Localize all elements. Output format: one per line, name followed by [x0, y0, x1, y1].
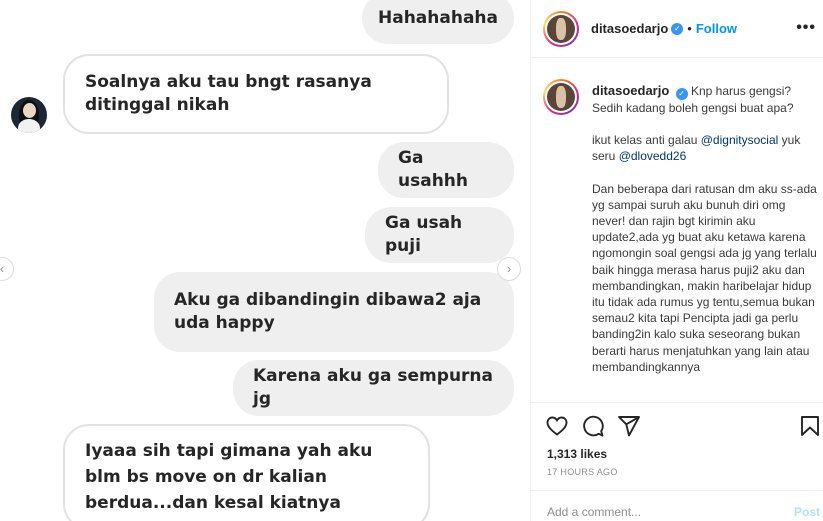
- chevron-left-icon: ‹: [0, 261, 5, 276]
- follow-button[interactable]: Follow: [696, 21, 737, 36]
- chat-message-text: Karena aku ga sempurna jg: [253, 366, 494, 409]
- post-media[interactable]: Hahahahaha Soalnya aku tau bngt rasanya …: [0, 0, 530, 521]
- caption-author-avatar[interactable]: [543, 79, 579, 115]
- verified-badge-icon: ✓: [671, 22, 684, 35]
- post-header: ditasoedarjo ✓ • Follow •••: [531, 0, 823, 58]
- chat-message-text: Iyaaa sih tapi gimana yah aku blm bs mov…: [85, 441, 373, 513]
- chat-bubble-outgoing: Ga usah puji: [365, 207, 514, 263]
- chat-contact-avatar: [11, 97, 47, 133]
- author-avatar[interactable]: [543, 11, 579, 47]
- mention-link[interactable]: @dignitysocial: [701, 133, 779, 147]
- post-actions: [531, 404, 823, 444]
- chat-message-text: Soalnya aku tau bngt rasanya ditinggal n…: [85, 72, 372, 115]
- chat-message-text: Aku ga dibandingin dibawa2 aja uda happy: [174, 290, 482, 333]
- bookmark-icon[interactable]: [798, 414, 822, 438]
- caption-text: ditasoedarjo ✓ Knp harus gengsi? Sedih k…: [592, 83, 820, 375]
- heart-icon[interactable]: [545, 414, 569, 438]
- chat-bubble-incoming: Soalnya aku tau bngt rasanya ditinggal n…: [63, 54, 449, 134]
- post-timestamp[interactable]: 17 HOURS AGO: [547, 467, 618, 477]
- chevron-right-icon: ›: [506, 261, 512, 276]
- previous-media-button[interactable]: ‹: [0, 257, 14, 281]
- post-sidebar: ditasoedarjo ✓ • Follow ••• ditasoedarjo…: [530, 0, 823, 521]
- caption-username[interactable]: ditasoedarjo: [592, 83, 669, 98]
- chat-message-text: Hahahahaha: [378, 7, 498, 28]
- next-media-button[interactable]: ›: [497, 257, 521, 281]
- chat-bubble-outgoing: Karena aku ga sempurna jg: [233, 360, 514, 416]
- more-options-icon[interactable]: •••: [796, 19, 816, 37]
- likes-count[interactable]: 1,313 likes: [547, 447, 607, 461]
- chat-bubble-outgoing: Aku ga dibandingin dibawa2 aja uda happy: [154, 272, 514, 352]
- chat-message-text: Ga usahhh: [398, 148, 469, 191]
- caption-line: ikut kelas anti galau: [592, 133, 698, 148]
- separator-dot: •: [687, 21, 692, 36]
- chat-bubble-outgoing: Hahahahaha: [362, 0, 514, 44]
- post-comment-button[interactable]: Post: [794, 505, 820, 519]
- caption-body: Dan beberapa dari ratusan dm aku ss-ada …: [592, 181, 817, 374]
- mention-link[interactable]: @dlovedd26: [619, 149, 687, 163]
- paper-plane-icon[interactable]: [617, 414, 641, 438]
- chat-bubble-outgoing: Ga usahhh: [378, 142, 514, 198]
- verified-badge-icon: ✓: [675, 88, 688, 100]
- post-caption: ditasoedarjo ✓ Knp harus gengsi? Sedih k…: [531, 59, 823, 403]
- author-username[interactable]: ditasoedarjo: [591, 21, 668, 36]
- chat-message-text: Ga usah puji: [385, 213, 463, 256]
- comment-bar: Add a comment... Post: [531, 490, 823, 521]
- comment-input[interactable]: Add a comment...: [547, 505, 641, 519]
- comment-icon[interactable]: [581, 414, 605, 438]
- chat-bubble-incoming: Iyaaa sih tapi gimana yah aku blm bs mov…: [63, 424, 430, 521]
